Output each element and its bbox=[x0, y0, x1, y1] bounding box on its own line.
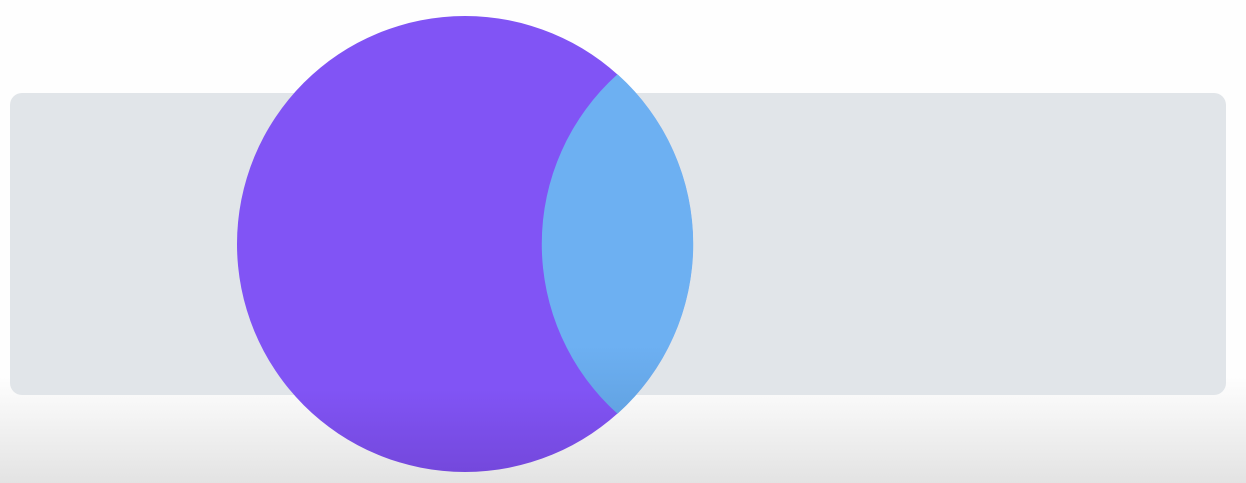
venn-diagram bbox=[0, 0, 1246, 483]
diagram-canvas bbox=[0, 0, 1246, 483]
